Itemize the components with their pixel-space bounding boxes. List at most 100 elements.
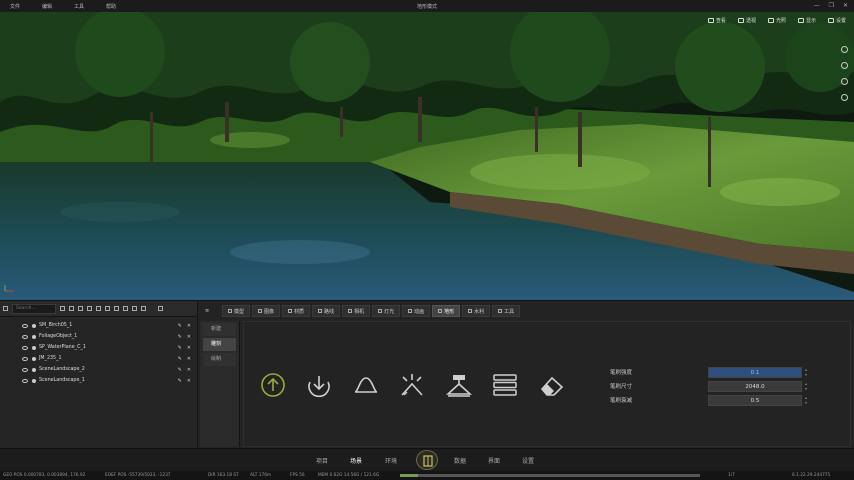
remove-icon[interactable]: ✕: [187, 345, 191, 351]
outliner-item[interactable]: SceneLandscape_1 ✎ ✕: [0, 375, 197, 386]
category-tabs: ≡ 模型 图像 材质 路线 相机 灯光 动画 地形 水利 工具: [200, 304, 521, 318]
edit-icon[interactable]: ✎: [178, 334, 182, 340]
lower-icon[interactable]: [305, 372, 333, 398]
delete-icon[interactable]: [69, 306, 74, 311]
tab-label: 工具: [504, 308, 515, 315]
geo-pos: GEO POS 0.000783, 0.003894, 176.92: [3, 473, 86, 478]
map-book-icon: [423, 455, 433, 467]
collapse-icon[interactable]: [3, 306, 8, 311]
tab-tools[interactable]: 工具: [492, 305, 521, 317]
nav-project[interactable]: 项目: [316, 456, 328, 465]
nav-interface[interactable]: 界面: [488, 456, 500, 465]
minimize-button[interactable]: —: [814, 2, 820, 9]
edit-icon[interactable]: ✎: [178, 367, 182, 373]
maximize-button[interactable]: ❐: [829, 2, 834, 9]
nav-scene[interactable]: 场景: [350, 456, 362, 465]
settings-label: 设置: [835, 18, 846, 24]
globe-icon[interactable]: [841, 62, 848, 69]
copy-icon[interactable]: [87, 306, 92, 311]
world-icon[interactable]: [841, 78, 848, 85]
plus-icon[interactable]: [841, 46, 848, 53]
param-label: 笔刷衰减: [610, 398, 633, 404]
tabs-menu-button[interactable]: ≡: [200, 305, 220, 317]
view-button[interactable]: 查看: [707, 17, 726, 24]
perspective-button[interactable]: 透视: [737, 17, 756, 24]
spinner-icon[interactable]: ▴ ▾: [804, 395, 808, 405]
eye-icon[interactable]: [22, 356, 28, 361]
nav-settings[interactable]: 设置: [522, 456, 534, 465]
move-icon[interactable]: [105, 306, 110, 311]
edit-icon[interactable]: ✎: [178, 356, 182, 362]
remove-icon[interactable]: ✕: [187, 323, 191, 329]
flatten-icon[interactable]: [398, 372, 426, 398]
remove-icon[interactable]: ✕: [187, 378, 191, 384]
tab-label: 模型: [234, 308, 245, 315]
display-button[interactable]: 显示: [797, 17, 816, 24]
settings-icon: [827, 18, 834, 23]
spinner-icon[interactable]: ▴ ▾: [804, 367, 808, 377]
tab-route[interactable]: 路线: [312, 305, 341, 317]
remove-icon[interactable]: ✕: [187, 367, 191, 373]
spinner-icon[interactable]: ▴ ▾: [804, 381, 808, 391]
edit-icon[interactable]: ✎: [178, 323, 182, 329]
close-button[interactable]: ✕: [843, 2, 848, 9]
remove-icon[interactable]: ✕: [187, 356, 191, 362]
tab-terrain[interactable]: 地形: [432, 305, 461, 317]
menu-tools[interactable]: 工具: [74, 3, 96, 10]
tab-image[interactable]: 图像: [252, 305, 281, 317]
tab-model[interactable]: 模型: [222, 305, 251, 317]
brush-strength-input[interactable]: 0.1: [708, 366, 802, 378]
outliner-item[interactable]: SM_Birch05_1 ✎ ✕: [0, 320, 197, 331]
tab-light[interactable]: 灯光: [372, 305, 401, 317]
tab-camera[interactable]: 相机: [342, 305, 371, 317]
outliner-item[interactable]: FoliageObject_1 ✎ ✕: [0, 331, 197, 342]
menu-edit[interactable]: 编辑: [42, 3, 64, 10]
eye-icon[interactable]: [22, 378, 28, 383]
outliner-item[interactable]: JM_235_1 ✎ ✕: [0, 353, 197, 364]
eye-icon[interactable]: [22, 323, 28, 328]
erosion-icon[interactable]: [491, 372, 519, 398]
raise-icon[interactable]: [259, 372, 287, 398]
outliner-item[interactable]: SP_WaterPlane_C_1 ✎ ✕: [0, 342, 197, 353]
eye-icon[interactable]: [22, 367, 28, 372]
tab-hydro[interactable]: 水利: [462, 305, 491, 317]
settings-button[interactable]: 设置: [827, 17, 846, 24]
object-icon: [32, 345, 36, 350]
brush-size-input[interactable]: 2048.0: [708, 380, 802, 392]
nav-environment[interactable]: 环境: [385, 456, 397, 465]
subnav-paint[interactable]: 绘制: [203, 353, 236, 366]
edit-icon[interactable]: ✎: [178, 378, 182, 384]
list-icon[interactable]: [132, 306, 137, 311]
menu-help[interactable]: 帮助: [106, 3, 128, 10]
smooth-icon[interactable]: [352, 372, 380, 398]
eye-icon[interactable]: [22, 345, 28, 350]
ramp-icon[interactable]: [445, 372, 473, 398]
duplicate-icon[interactable]: [114, 306, 119, 311]
brush-falloff-input[interactable]: 0.5: [708, 394, 802, 406]
eye-icon[interactable]: [22, 334, 28, 339]
outliner-toolbar: Search...: [0, 301, 197, 317]
folder-icon[interactable]: [96, 306, 101, 311]
tab-material[interactable]: 材质: [282, 305, 311, 317]
panel-icon[interactable]: [158, 306, 163, 311]
outliner-item[interactable]: SceneLandscape_2 ✎ ✕: [0, 364, 197, 375]
export-icon[interactable]: [141, 306, 146, 311]
tab-animation[interactable]: 动画: [402, 305, 431, 317]
lighting-button[interactable]: 光照: [767, 17, 786, 24]
remove-icon[interactable]: ✕: [187, 334, 191, 340]
status-bar: GEO POS 0.000783, 0.003894, 176.92 EOEF …: [0, 471, 854, 480]
outliner-search-input[interactable]: Search...: [12, 303, 56, 314]
cut-icon[interactable]: [78, 306, 83, 311]
subnav-new[interactable]: 新建: [203, 323, 236, 336]
subnav-sculpt[interactable]: 雕刻: [203, 338, 236, 351]
eraser-icon[interactable]: [538, 372, 566, 398]
nav-data[interactable]: 数据: [454, 456, 466, 465]
home-map-button[interactable]: [416, 450, 438, 470]
camera-icon[interactable]: [841, 94, 848, 101]
frame-icon[interactable]: [123, 306, 128, 311]
viewport-3d[interactable]: 查看 透视 光照 显示 设置: [0, 12, 854, 300]
edit-icon[interactable]: ✎: [178, 345, 182, 351]
tab-label: 水利: [474, 308, 485, 315]
menu-file[interactable]: 文件: [10, 3, 32, 10]
refresh-icon[interactable]: [60, 306, 65, 311]
